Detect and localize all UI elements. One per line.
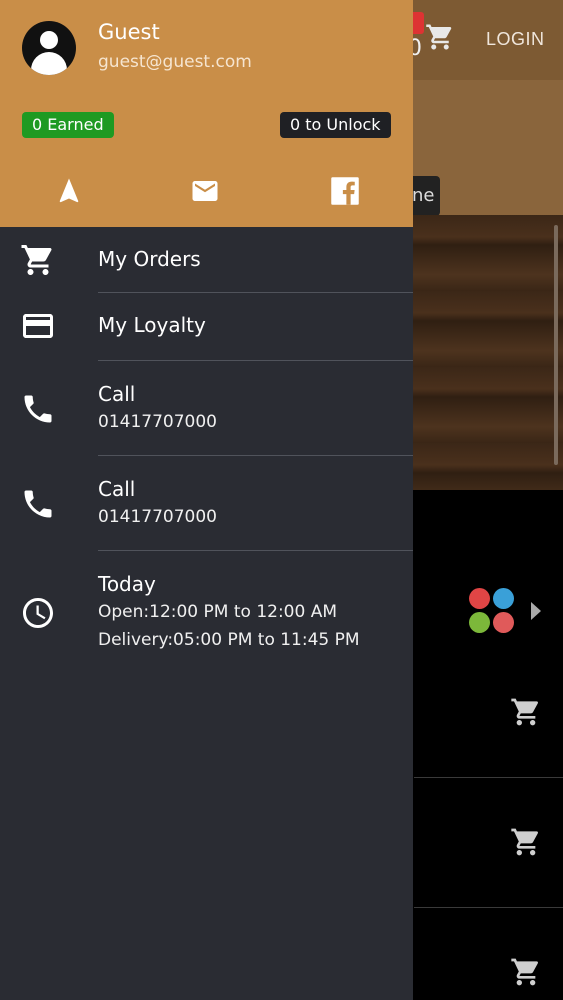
menu-item-label: My Orders (98, 247, 201, 271)
earned-badge: 0 Earned (22, 112, 114, 138)
navigation-icon[interactable] (54, 176, 84, 206)
menu-item-label: My Loyalty (98, 313, 206, 337)
phone-number: 01417707000 (98, 412, 217, 432)
mail-icon[interactable] (190, 176, 220, 206)
open-hours: Open:12:00 PM to 12:00 AM (98, 602, 338, 622)
user-email: guest@guest.com (98, 52, 252, 72)
phone-icon (24, 395, 52, 423)
phone-number: 01417707000 (98, 507, 217, 527)
clock-icon (23, 598, 53, 628)
menu-item-call[interactable]: Call 01417707000 (0, 361, 413, 455)
cart-icon[interactable] (425, 22, 455, 52)
row-divider (414, 777, 563, 778)
cart-icon (21, 245, 52, 275)
menu-item-label: Today (98, 572, 156, 596)
menu-item-my-orders[interactable]: My Orders (0, 227, 413, 293)
cart-icon[interactable] (510, 696, 542, 728)
cart-icon[interactable] (510, 956, 542, 988)
menu-item-label: Call (98, 477, 136, 501)
avatar[interactable] (22, 21, 76, 75)
menu-item-my-loyalty[interactable]: My Loyalty (0, 293, 413, 360)
user-name: Guest (98, 20, 160, 44)
delivery-hours: Delivery:05:00 PM to 11:45 PM (98, 630, 360, 650)
login-button[interactable]: LOGIN (486, 29, 545, 50)
smiley-faces-icon[interactable] (469, 588, 515, 634)
menu-item-label: Call (98, 382, 136, 406)
phone-icon (24, 490, 52, 518)
drawer-header: Guest guest@guest.com 0 Earned 0 to Unlo… (0, 0, 413, 227)
facebook-icon[interactable] (330, 176, 360, 206)
scrollbar[interactable] (554, 225, 558, 465)
menu-item-call[interactable]: Call 01417707000 (0, 456, 413, 550)
cart-icon[interactable] (510, 826, 542, 858)
unlock-badge: 0 to Unlock (280, 112, 391, 138)
card-icon (23, 314, 53, 338)
chevron-right-icon[interactable] (531, 602, 541, 620)
menu-item-opening-hours[interactable]: Today Open:12:00 PM to 12:00 AM Delivery… (0, 551, 413, 661)
row-divider (414, 907, 563, 908)
navigation-drawer: Guest guest@guest.com 0 Earned 0 to Unlo… (0, 0, 413, 1000)
